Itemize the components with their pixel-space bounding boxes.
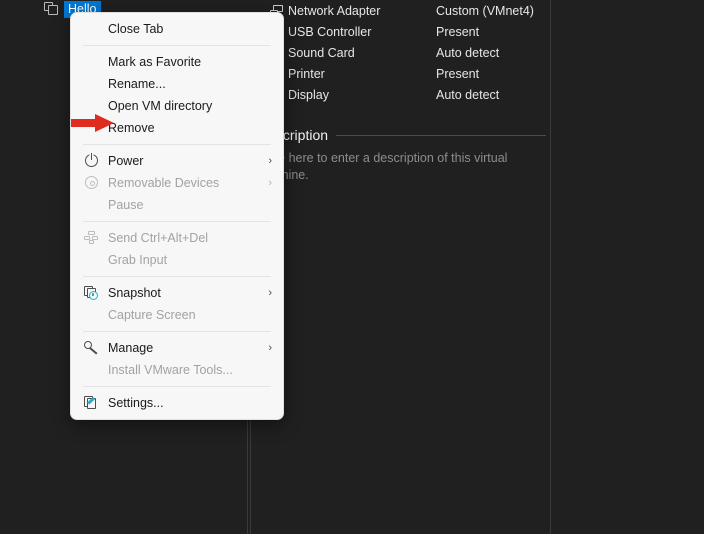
device-summary-list: Network Adapter Custom (VMnet4) USB Cont…: [270, 0, 545, 105]
description-rule: [336, 134, 546, 136]
device-name: Network Adapter: [288, 3, 381, 18]
device-row[interactable]: Display Auto detect: [270, 84, 545, 105]
menu-icon-placeholder: [82, 307, 104, 323]
vm-stack-icon: [44, 2, 59, 16]
menu-item-label: Pause: [108, 198, 144, 212]
pane-divider-right[interactable]: [550, 0, 551, 534]
menu-item-manage[interactable]: Manage ›: [74, 337, 280, 359]
menu-item-label: Remove: [108, 121, 155, 135]
menu-item-settings[interactable]: Settings...: [74, 392, 280, 414]
device-value: Present: [436, 66, 480, 81]
settings-pencil-icon: [82, 395, 104, 411]
menu-item-grab-input: Grab Input: [74, 249, 280, 271]
menu-icon-placeholder: [82, 21, 104, 37]
menu-item-mark-as-favorite[interactable]: Mark as Favorite: [74, 51, 280, 73]
menu-separator: [83, 144, 271, 145]
device-name: Sound Card: [288, 45, 355, 60]
menu-item-install-vmware-tools: Install VMware Tools...: [74, 359, 280, 381]
menu-icon-placeholder: [82, 76, 104, 92]
menu-icon-placeholder: [82, 252, 104, 268]
menu-separator: [83, 331, 271, 332]
keyboard-icon: [82, 230, 104, 246]
menu-separator: [83, 221, 271, 222]
menu-item-label: Snapshot: [108, 286, 161, 300]
menu-item-close-tab[interactable]: Close Tab: [74, 18, 280, 40]
chevron-right-icon: ›: [268, 177, 272, 189]
menu-icon-placeholder: [82, 362, 104, 378]
description-placeholder[interactable]: Type here to enter a description of this…: [258, 150, 508, 184]
menu-item-label: Send Ctrl+Alt+Del: [108, 231, 209, 245]
menu-separator: [83, 45, 271, 46]
device-row[interactable]: Sound Card Auto detect: [270, 42, 545, 63]
chevron-right-icon: ›: [268, 155, 272, 167]
device-name: Display: [288, 87, 329, 102]
menu-icon-placeholder: [82, 54, 104, 70]
menu-item-label: Rename...: [108, 77, 166, 91]
disc-icon: [82, 175, 104, 191]
menu-item-label: Close Tab: [108, 22, 164, 36]
device-row[interactable]: USB Controller Present: [270, 21, 545, 42]
device-row[interactable]: Printer Present: [270, 63, 545, 84]
menu-item-pause: Pause: [74, 194, 280, 216]
vm-context-menu: Close Tab Mark as Favorite Rename... Ope…: [70, 12, 284, 420]
menu-item-label: Removable Devices: [108, 176, 220, 190]
menu-item-label: Power: [108, 154, 144, 168]
device-row[interactable]: Network Adapter Custom (VMnet4): [270, 0, 545, 21]
menu-item-label: Settings...: [108, 396, 164, 410]
power-icon: [82, 153, 104, 169]
device-value: Auto detect: [436, 45, 500, 60]
menu-item-label: Install VMware Tools...: [108, 363, 233, 377]
menu-item-open-vm-directory[interactable]: Open VM directory: [74, 95, 280, 117]
menu-item-power[interactable]: Power ›: [74, 150, 280, 172]
menu-item-snapshot[interactable]: Snapshot ›: [74, 282, 280, 304]
menu-item-label: Grab Input: [108, 253, 168, 267]
menu-icon-placeholder: [82, 197, 104, 213]
menu-item-send-ctrl-alt-del: Send Ctrl+Alt+Del: [74, 227, 280, 249]
device-value: Present: [436, 24, 480, 39]
menu-item-rename[interactable]: Rename...: [74, 73, 280, 95]
menu-separator: [83, 386, 271, 387]
chevron-right-icon: ›: [268, 287, 272, 299]
menu-item-label: Open VM directory: [108, 99, 213, 113]
menu-item-removable-devices: Removable Devices ›: [74, 172, 280, 194]
device-name: Printer: [288, 66, 325, 81]
menu-separator: [83, 276, 271, 277]
menu-item-capture-screen: Capture Screen: [74, 304, 280, 326]
menu-item-label: Manage: [108, 341, 154, 355]
device-name: USB Controller: [288, 24, 372, 39]
menu-icon-placeholder: [82, 120, 104, 136]
menu-item-label: Mark as Favorite: [108, 55, 202, 69]
menu-item-label: Capture Screen: [108, 308, 196, 322]
wrench-icon: [82, 340, 104, 356]
menu-item-remove[interactable]: Remove: [74, 117, 280, 139]
chevron-right-icon: ›: [268, 342, 272, 354]
description-section: Description Type here to enter a descrip…: [258, 127, 546, 184]
device-value: Custom (VMnet4): [436, 3, 534, 18]
device-value: Auto detect: [436, 87, 500, 102]
snapshot-clock-icon: [82, 285, 104, 301]
menu-icon-placeholder: [82, 98, 104, 114]
description-heading-row: Description: [258, 127, 546, 143]
